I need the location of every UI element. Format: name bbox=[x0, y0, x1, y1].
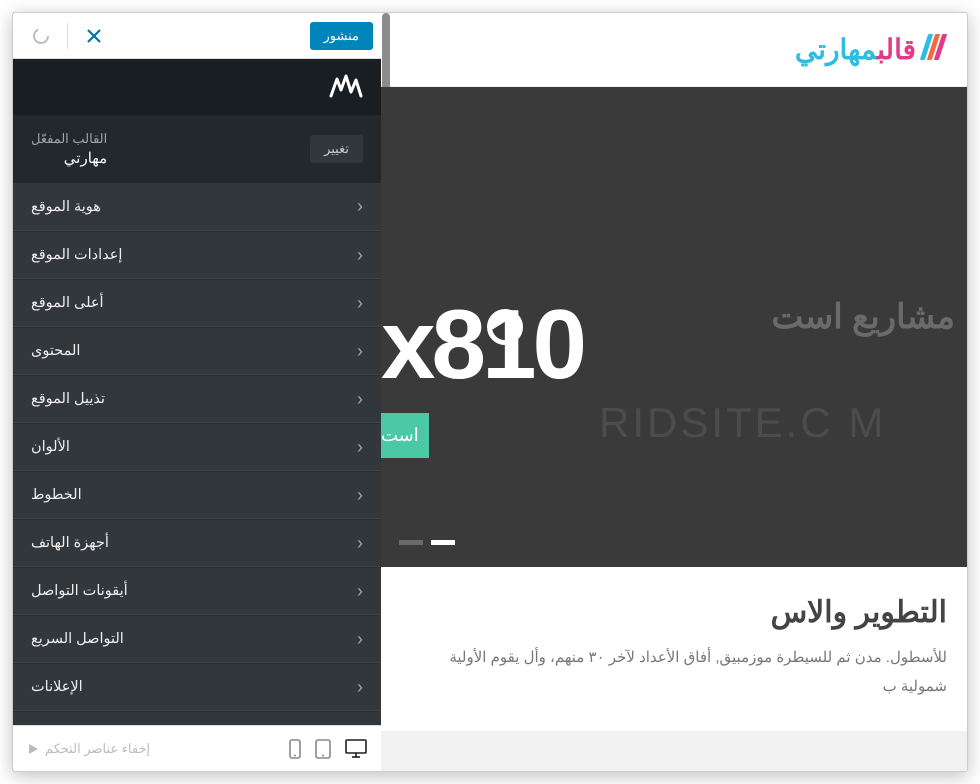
loading-spinner-icon bbox=[21, 16, 61, 56]
chevron-left-icon: ‹ bbox=[357, 629, 363, 650]
menu-item-ads[interactable]: ‹ الإعلانات bbox=[13, 663, 381, 711]
chevron-left-icon: ‹ bbox=[357, 341, 363, 362]
active-theme-name: مهارتي bbox=[31, 149, 107, 167]
menu-item-quick-contact[interactable]: ‹ التواصل السريع bbox=[13, 615, 381, 663]
customizer-footer: إخفاء عناصر التحكم bbox=[13, 725, 381, 771]
menu-item-label: التواصل السريع bbox=[31, 631, 124, 647]
menu-item-content[interactable]: ‹ المحتوى bbox=[13, 327, 381, 375]
menu-item-fonts[interactable]: ‹ الخطوط bbox=[13, 471, 381, 519]
device-tablet[interactable] bbox=[315, 739, 331, 759]
menu-item-site-top[interactable]: ‹ أعلى الموقع bbox=[13, 279, 381, 327]
chevron-left-icon: ‹ bbox=[357, 533, 363, 554]
chevron-left-icon: ‹ bbox=[357, 196, 363, 217]
menu-item-site-identity[interactable]: ‹ هوية الموقع bbox=[13, 183, 381, 231]
menu-item-label: الخطوط bbox=[31, 487, 82, 503]
chevron-left-icon: ‹ bbox=[357, 245, 363, 266]
device-desktop[interactable] bbox=[345, 739, 367, 759]
menu-item-label: أعلى الموقع bbox=[31, 295, 104, 311]
change-theme-button[interactable]: تغيير bbox=[310, 135, 363, 163]
logo-text: قالبمهارتي bbox=[795, 33, 916, 66]
hide-controls-label: إخفاء عناصر التحكم bbox=[45, 741, 150, 757]
menu-item-label: تذييل الموقع bbox=[31, 391, 105, 407]
active-theme-label: القالب المفعّل bbox=[31, 131, 107, 147]
chevron-left-icon: ‹ bbox=[357, 581, 363, 602]
menu-item-label: إعدادات الموقع bbox=[31, 247, 122, 263]
site-preview: قالبمهارتي مشاريع است x810 RIDSITE.C M ا… bbox=[381, 13, 967, 771]
menu-item-label: الألوان bbox=[31, 439, 70, 455]
pager-dot-1[interactable] bbox=[431, 540, 455, 545]
content-section: التطوير والاس للأسطول. مدن ثم للسيطرة مو… bbox=[381, 567, 967, 731]
play-icon bbox=[27, 743, 39, 755]
chevron-left-icon: ‹ bbox=[357, 677, 363, 698]
divider bbox=[67, 23, 68, 49]
menu-item-colors[interactable]: ‹ الألوان bbox=[13, 423, 381, 471]
hero-section: مشاريع است x810 RIDSITE.C M است bbox=[381, 87, 967, 567]
hero-big-text: x810 bbox=[381, 295, 583, 393]
customizer-topbar: منشور bbox=[13, 13, 381, 59]
hide-controls-button[interactable]: إخفاء عناصر التحكم bbox=[27, 741, 150, 757]
menu-item-social-icons[interactable]: ‹ أيقونات التواصل bbox=[13, 567, 381, 615]
pager-dot-2[interactable] bbox=[399, 540, 423, 545]
mobile-icon bbox=[289, 739, 301, 759]
hero-pager bbox=[399, 540, 455, 545]
chevron-left-icon: ‹ bbox=[357, 293, 363, 314]
site-header: قالبمهارتي bbox=[381, 13, 967, 87]
menu-item-site-settings[interactable]: ‹ إعدادات الموقع bbox=[13, 231, 381, 279]
publish-button[interactable]: منشور bbox=[310, 22, 373, 50]
logo-stripes-icon bbox=[922, 34, 943, 65]
desktop-icon bbox=[345, 739, 367, 759]
close-button[interactable] bbox=[74, 16, 114, 56]
hero-cta-button[interactable]: است bbox=[381, 413, 429, 458]
menu-item-label: المحتوى bbox=[31, 343, 80, 359]
active-theme-box: تغيير القالب المفعّل مهارتي bbox=[13, 115, 381, 183]
menu-item-mobile[interactable]: ‹ أجهزة الهاتف bbox=[13, 519, 381, 567]
content-heading: التطوير والاس bbox=[401, 595, 947, 630]
hero-subtitle: مشاريع است bbox=[771, 297, 955, 337]
brand-logo-icon bbox=[329, 74, 363, 100]
brand-bar bbox=[13, 59, 381, 115]
site-logo[interactable]: قالبمهارتي bbox=[795, 33, 943, 66]
chevron-left-icon: ‹ bbox=[357, 485, 363, 506]
customizer-menu: ‹ هوية الموقع ‹ إعدادات الموقع ‹ أعلى ال… bbox=[13, 183, 381, 771]
menu-item-label: هوية الموقع bbox=[31, 199, 101, 215]
device-mobile[interactable] bbox=[289, 739, 301, 759]
menu-item-label: أيقونات التواصل bbox=[31, 583, 128, 599]
close-icon bbox=[86, 28, 102, 44]
device-switcher bbox=[289, 739, 367, 759]
content-paragraph: للأسطول. مدن ثم للسيطرة موزمبيق, أفاق ال… bbox=[401, 644, 947, 701]
tablet-icon bbox=[315, 739, 331, 759]
customizer-sidebar: منشور تغيير القالب المفعّل مهارتي ‹ هوية… bbox=[13, 13, 381, 771]
menu-item-label: الإعلانات bbox=[31, 679, 83, 695]
hero-watermark: RIDSITE.C M bbox=[599, 399, 886, 447]
menu-item-site-footer[interactable]: ‹ تذييل الموقع bbox=[13, 375, 381, 423]
chevron-left-icon: ‹ bbox=[357, 437, 363, 458]
chevron-left-icon: ‹ bbox=[357, 389, 363, 410]
menu-item-label: أجهزة الهاتف bbox=[31, 535, 109, 551]
